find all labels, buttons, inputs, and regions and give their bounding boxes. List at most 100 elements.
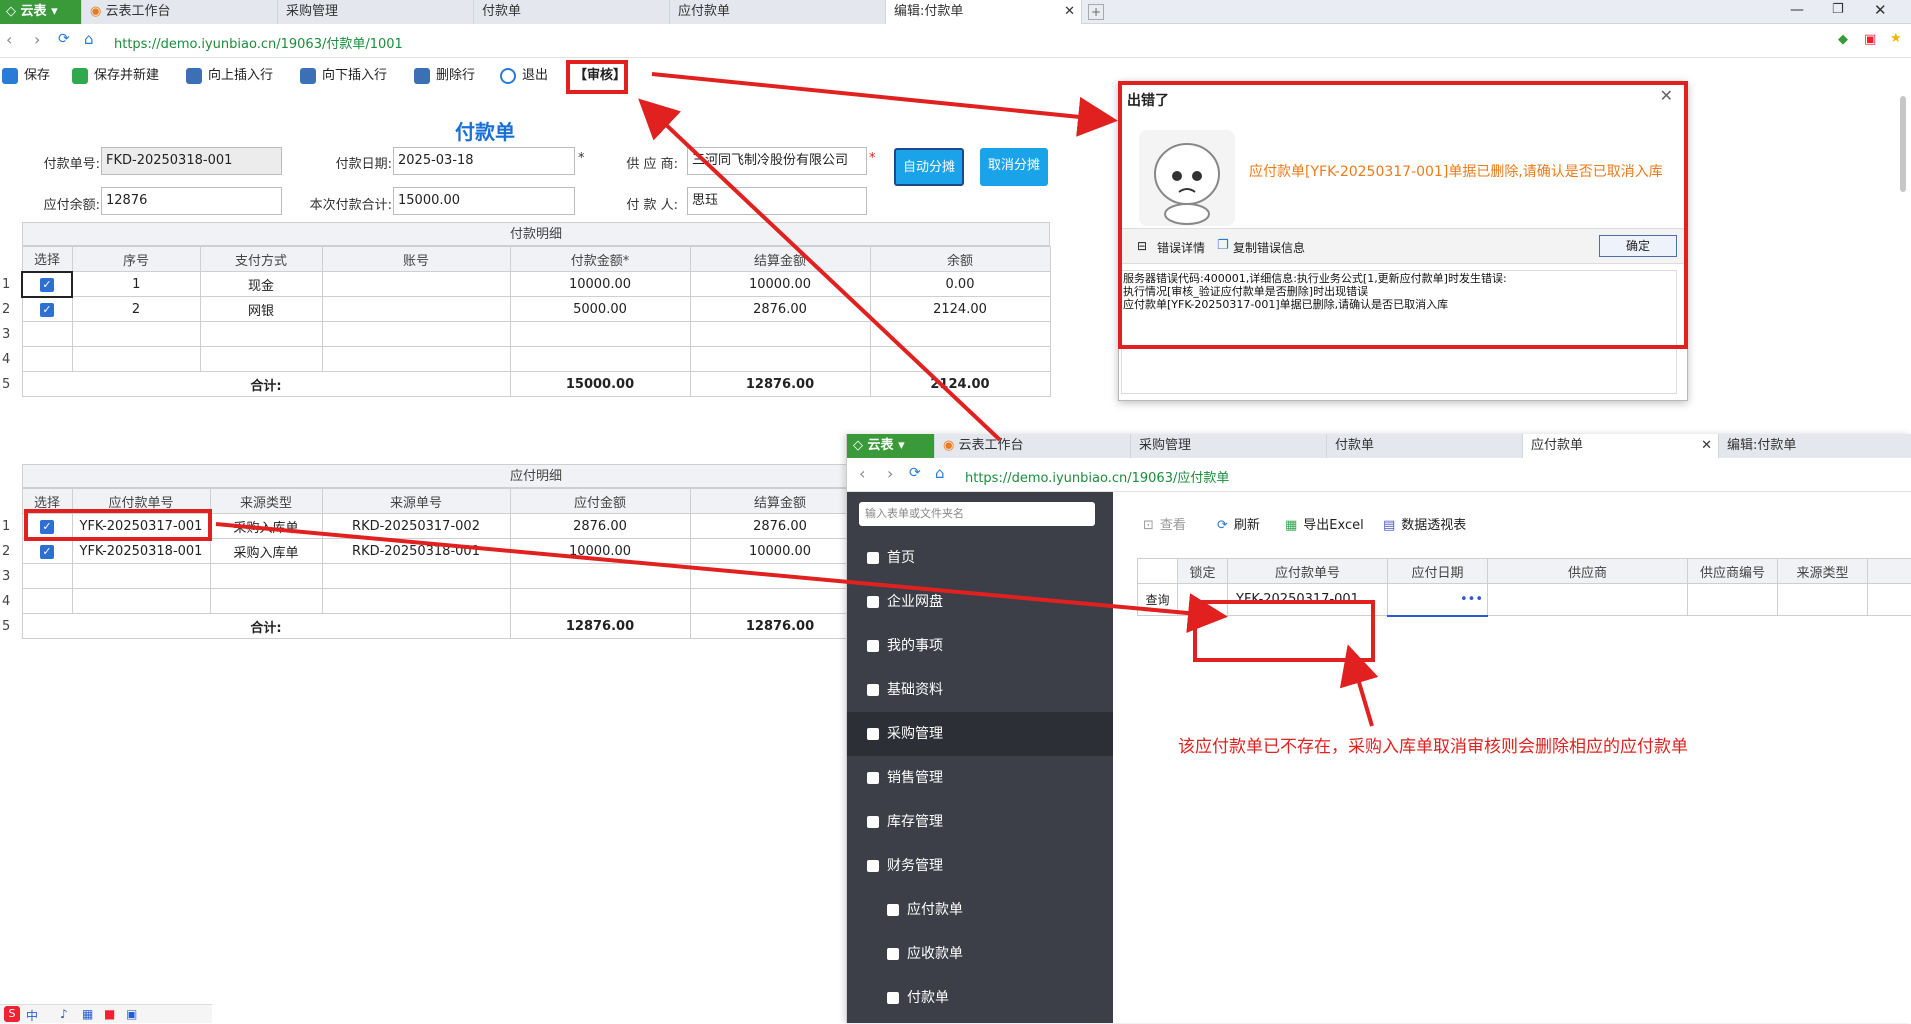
column-header[interactable]: 结算金额 <box>690 247 870 272</box>
forward-icon[interactable]: › <box>34 30 40 49</box>
star-icon[interactable]: ★ <box>1890 31 1902 46</box>
window2-tab-workbench[interactable]: ◉ 云表工作台 <box>935 434 1131 458</box>
sidebar-item-sales[interactable]: 销售管理 <box>847 756 1113 800</box>
tab-workbench[interactable]: ◉ 云表工作台 <box>82 0 278 24</box>
column-header[interactable]: 应付日期 <box>1388 559 1488 584</box>
window2-tab-purchase[interactable]: 采购管理 <box>1131 434 1327 458</box>
window2-tab-edit-payment[interactable]: 编辑:付款单 <box>1719 434 1911 458</box>
table-row[interactable]: 4 <box>0 347 1050 372</box>
extension-icon[interactable]: ◆ <box>1838 32 1848 47</box>
minimize-icon[interactable]: — <box>1790 2 1804 18</box>
back-icon[interactable]: ‹ <box>859 464 865 483</box>
window2-tab-payable[interactable]: 应付款单✕ <box>1523 434 1719 458</box>
save-button[interactable]: 保存 <box>2 62 50 90</box>
main-scrollbar[interactable] <box>1900 96 1906 192</box>
payment-date-field[interactable]: 2025-03-18 <box>393 147 575 175</box>
close-window-icon[interactable]: ✕ <box>1874 1 1887 19</box>
home-icon[interactable]: ⌂ <box>84 30 94 48</box>
window2-tab-payment[interactable]: 付款单 <box>1327 434 1523 458</box>
column-header[interactable]: 付款金额* <box>510 247 690 272</box>
column-header[interactable]: 来源类型 <box>1778 559 1868 584</box>
exit-button[interactable]: 退出 <box>500 62 548 90</box>
delete-row-button[interactable]: 删除行 <box>414 62 475 90</box>
date-required-star: * <box>578 151 585 166</box>
column-header[interactable]: 余额 <box>870 247 1050 272</box>
row-checkbox[interactable]: ✓ <box>40 303 54 317</box>
refresh-icon[interactable]: ⟳ <box>909 465 921 481</box>
tab-purchase[interactable]: 采购管理 <box>278 0 474 24</box>
sidebar-menu: 首页 企业网盘 我的事项 基础资料 采购管理 销售管理 库存管理 财务管理 应付… <box>847 536 1113 1020</box>
insert-down-button[interactable]: 向下插入行 <box>300 62 387 90</box>
window2-brand-tab[interactable]: ◇ 云表 ▾ <box>847 434 935 458</box>
column-header[interactable]: 应付款单号 <box>1228 559 1388 584</box>
table-row[interactable]: 3 <box>0 322 1050 347</box>
ime-mode[interactable]: 中 <box>26 1007 38 1024</box>
supplier-field[interactable]: 三河同飞制冷股份有限公司 <box>687 147 867 175</box>
sidebar-item-inventory[interactable]: 库存管理 <box>847 800 1113 844</box>
balance-field[interactable]: 12876 <box>101 187 282 215</box>
insert-up-button[interactable]: 向上插入行 <box>186 62 273 90</box>
auto-allocate-button[interactable]: 自动分摊 <box>894 148 964 186</box>
sidebar-item-basic[interactable]: 基础资料 <box>847 668 1113 712</box>
column-header[interactable]: 来源单号 <box>322 489 510 514</box>
column-header[interactable]: 序号 <box>72 247 200 272</box>
forward-icon[interactable]: › <box>887 464 893 483</box>
query-date-more-button[interactable]: ••• <box>1388 584 1488 616</box>
column-header[interactable]: 应付金额 <box>510 489 690 514</box>
brand-icon: ◇ <box>6 4 16 19</box>
address-bar: ‹ › ⟳ ⌂ https://demo.iyunbiao.cn/19063/付… <box>0 24 1911 58</box>
mic-icon[interactable]: ♪ <box>60 1007 68 1021</box>
keyboard-icon[interactable]: ▦ <box>82 1007 93 1021</box>
close-tab-icon[interactable]: ✕ <box>1701 434 1712 458</box>
column-header[interactable]: 供应商编号 <box>1688 559 1778 584</box>
restore-icon[interactable]: ❐ <box>1832 2 1844 17</box>
tab-payable[interactable]: 应付款单 <box>670 0 886 24</box>
payment-total-field[interactable]: 15000.00 <box>393 187 575 215</box>
column-header[interactable]: 结算金额 <box>690 489 870 514</box>
column-header[interactable]: 选择 <box>22 247 72 272</box>
sidebar-item-home[interactable]: 首页 <box>847 536 1113 580</box>
window2-url-field[interactable]: https://demo.iyunbiao.cn/19063/应付款单 <box>965 467 1229 486</box>
column-header[interactable]: 锁定 <box>1178 559 1228 584</box>
view-button[interactable]: ⊡查看 <box>1143 512 1186 540</box>
sidebar-search-input[interactable]: 输入表单或文件夹名 <box>859 502 1095 526</box>
column-header[interactable]: 支付方式 <box>200 247 322 272</box>
home-icon[interactable]: ⌂ <box>935 464 945 482</box>
sidebar-subitem-receivable[interactable]: 应收款单 <box>847 932 1113 976</box>
skin-icon[interactable]: ■ <box>104 1007 115 1021</box>
sidebar-item-netdisk[interactable]: 企业网盘 <box>847 580 1113 624</box>
column-header[interactable]: 供应商 <box>1488 559 1688 584</box>
pivot-table-button[interactable]: ▤数据透视表 <box>1383 512 1466 540</box>
refresh-button[interactable]: ⟳刷新 <box>1217 512 1260 540</box>
column-header[interactable]: 来源类型 <box>210 489 322 514</box>
cancel-allocate-button[interactable]: 取消分摊 <box>980 148 1048 186</box>
workbench-icon: ◉ <box>943 438 954 453</box>
sidebar-item-finance[interactable]: 财务管理 <box>847 844 1113 888</box>
sidebar-subitem-payable[interactable]: 应付款单 <box>847 888 1113 932</box>
close-tab-icon[interactable]: ✕ <box>1064 0 1075 24</box>
table-row[interactable]: 1 ✓ 1 现金 10000.00 10000.00 0.00 <box>0 272 1050 297</box>
sidebar-item-tasks[interactable]: 我的事项 <box>847 624 1113 668</box>
payment-no-field[interactable]: FKD-20250318-001 <box>101 147 282 175</box>
column-header[interactable]: 账号 <box>322 247 510 272</box>
row-checkbox[interactable]: ✓ <box>40 278 54 292</box>
export-excel-button[interactable]: ▦导出Excel <box>1285 512 1364 540</box>
back-icon[interactable]: ‹ <box>6 30 12 49</box>
row-checkbox[interactable]: ✓ <box>40 545 54 559</box>
sidebar-item-purchase[interactable]: 采购管理 <box>847 712 1113 756</box>
payment-date-label: 付款日期: <box>300 153 392 172</box>
brand-tab[interactable]: ◇ 云表 ▾ <box>0 0 82 24</box>
url-field[interactable]: https://demo.iyunbiao.cn/19063/付款单/1001 <box>114 33 403 52</box>
toolbox-icon[interactable]: ▣ <box>126 1007 137 1021</box>
annotation-box-dialog <box>1118 81 1688 349</box>
new-tab-icon[interactable]: + <box>1088 4 1104 20</box>
save-new-button[interactable]: 保存并新建 <box>72 62 159 90</box>
tab-edit-payment[interactable]: 编辑:付款单✕ <box>886 0 1082 24</box>
tab-payment[interactable]: 付款单 <box>474 0 670 24</box>
table-row[interactable]: 2 ✓ 2 网银 5000.00 2876.00 2124.00 <box>0 297 1050 322</box>
video-icon[interactable]: ▣ <box>1864 32 1876 47</box>
sidebar-subitem-payment[interactable]: 付款单 <box>847 976 1113 1020</box>
payer-field[interactable]: 思珏 <box>687 187 867 215</box>
sogou-icon[interactable]: S <box>4 1006 20 1022</box>
refresh-icon[interactable]: ⟳ <box>58 31 70 47</box>
